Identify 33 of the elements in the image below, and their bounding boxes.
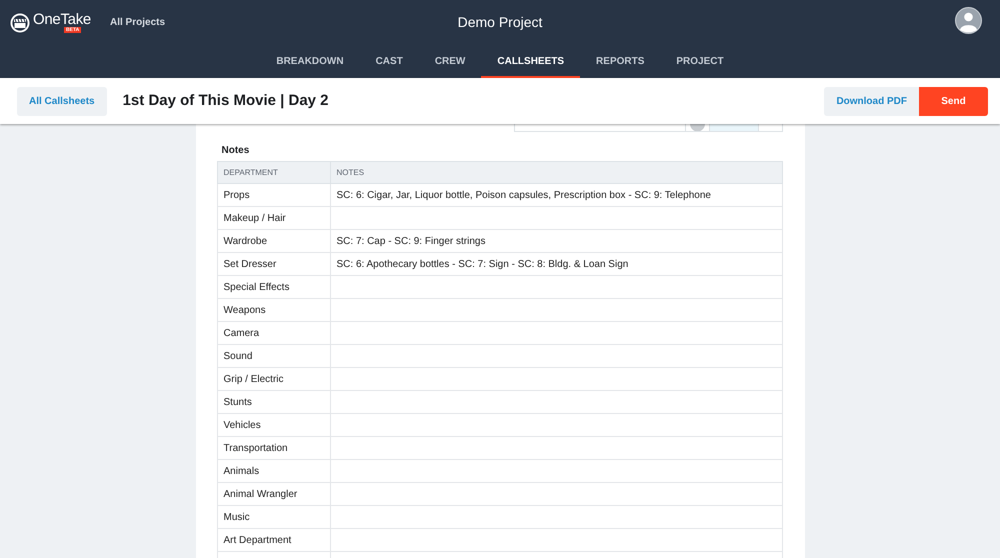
nav-tab[interactable]: BREAKDOWN	[260, 45, 360, 78]
table-cell: Stunts	[217, 390, 330, 414]
table-cell: Props	[217, 184, 330, 206]
table-cell: Music	[217, 506, 330, 528]
table-cell: Grip / Electric	[217, 368, 330, 390]
table-cell: Art Department	[217, 528, 330, 552]
column-header: NOTES	[330, 162, 782, 184]
column-header: DEPARTMENT	[217, 162, 330, 184]
table-cell: Makeup / Hair	[217, 206, 330, 230]
table-cell: Vehicles	[217, 414, 330, 436]
table-cell: Animals	[217, 460, 330, 482]
table-cell: Special Effects	[217, 276, 330, 298]
project-title: Demo Project	[458, 13, 542, 31]
table-cell: Camera	[217, 322, 330, 344]
table-cell: Weapons	[217, 298, 330, 322]
table-cell: SC: 6: Cigar, Jar, Liquor bottle, Poison capsules, Prescription box - SC: 9: Telephone	[330, 184, 782, 206]
table-cell: SC: 7: Cap - SC: 9: Finger strings	[330, 230, 782, 252]
table-cell: Transportation	[217, 436, 330, 460]
nav-tab[interactable]: REPORTS	[580, 45, 660, 78]
logo-text: OneTake	[33, 12, 91, 26]
callsheet-title: 1st Day of This Movie | Day 2	[122, 90, 329, 111]
table-cell: Sound	[217, 344, 330, 368]
film-clapper-logo-icon	[10, 12, 30, 32]
table-cell: SC: 6: Apothecary bottles - SC: 7: Sign - SC: 8: Bldg. & Loan Sign	[330, 252, 782, 276]
table-cell: Wardrobe	[217, 230, 330, 252]
all-projects-link[interactable]: All Projects	[110, 15, 166, 30]
user-avatar-icon[interactable]	[955, 7, 982, 34]
nav-tab[interactable]: CREW	[418, 45, 482, 78]
notes-heading: Notes	[222, 145, 250, 157]
nav-tab[interactable]: CAST	[360, 45, 419, 78]
table-cell: Animal Wrangler	[217, 482, 330, 506]
table-cell: Set Dresser	[217, 252, 330, 276]
nav-tab[interactable]: PROJECT	[660, 45, 740, 78]
